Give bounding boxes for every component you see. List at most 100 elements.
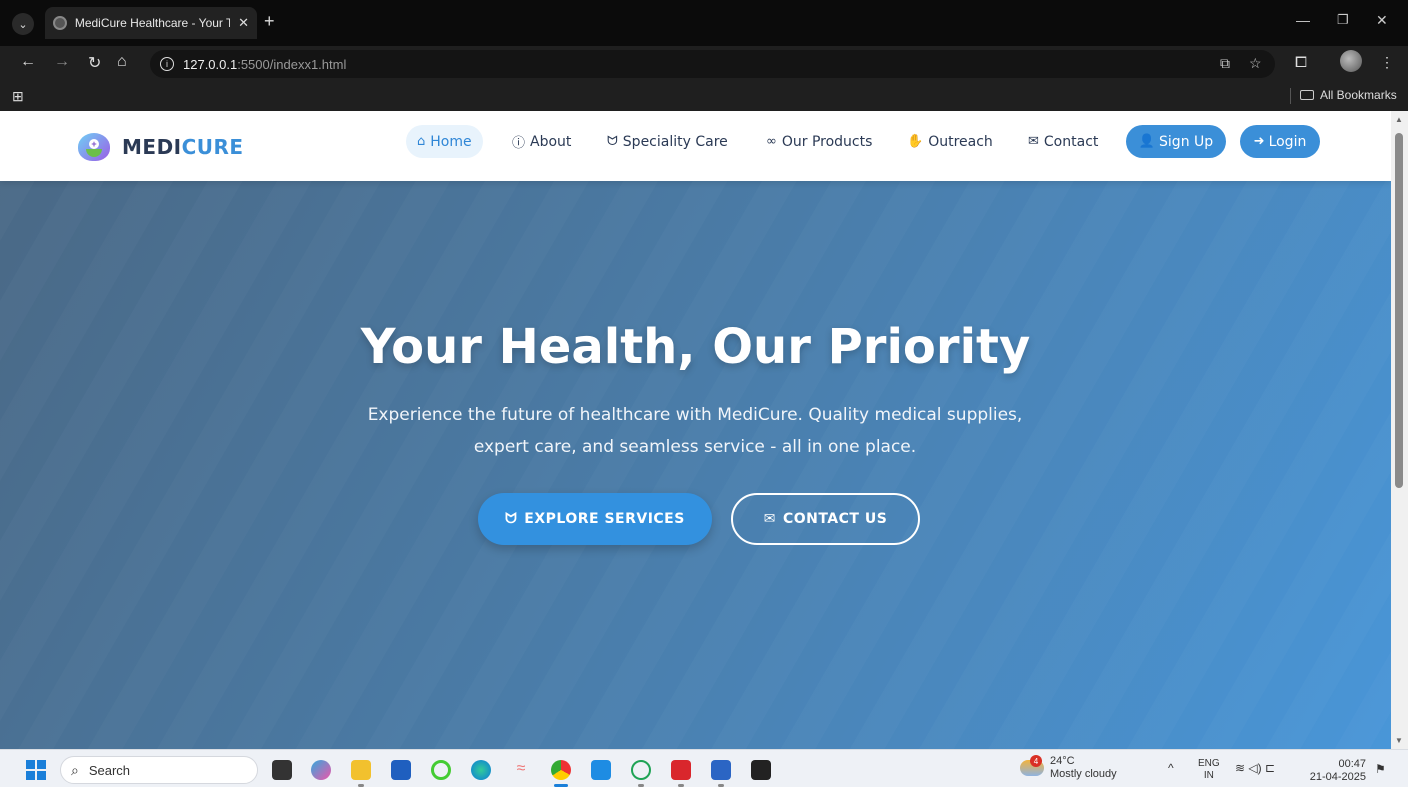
nav-outreach[interactable]: ✋ Outreach <box>896 125 1004 158</box>
heart-logo-icon: + <box>78 133 110 161</box>
contact-us-button[interactable]: ✉ CONTACT US <box>731 493 920 545</box>
nav-contact-label: Contact <box>1043 133 1099 150</box>
nav-about-label: About <box>530 133 572 150</box>
vscode-icon[interactable] <box>591 760 611 780</box>
taskbar-search-label: Search <box>88 762 131 778</box>
page-viewport: + MEDI CURE ⌂ Home ⓘ About ᗢ Speciality C… <box>0 111 1391 749</box>
tab-strip: ⌄ MediCure Healthcare - Your Tru ✕ + — ❐… <box>0 0 1408 46</box>
sign-in-icon: ➜ <box>1253 134 1265 149</box>
circle-app-icon[interactable] <box>431 760 451 780</box>
clock-date: 21-04-2025 <box>1309 771 1366 783</box>
search-icon: ⌕ <box>71 761 79 778</box>
bookmarks-divider <box>1290 88 1291 104</box>
all-bookmarks-button[interactable]: All Bookmarks <box>1300 88 1397 102</box>
clock-time: 00:47 <box>1338 758 1366 770</box>
sign-up-button[interactable]: 👤 Sign Up <box>1126 125 1226 158</box>
tab-search-button[interactable]: ⌄ <box>12 13 34 35</box>
store-icon[interactable] <box>391 760 411 780</box>
stethoscope-icon: ᗢ <box>505 511 518 527</box>
lang-top: ENG <box>1198 758 1220 769</box>
extensions-icon[interactable]: ⧠ <box>1295 54 1307 71</box>
site-navbar: + MEDI CURE ⌂ Home ⓘ About ᗢ Speciality C… <box>0 111 1391 181</box>
globe-icon <box>53 16 67 30</box>
house-icon: ⌂ <box>417 134 426 149</box>
url-host: 127.0.0.1 <box>183 56 238 72</box>
cast-icon[interactable]: ⧉ <box>1220 55 1230 72</box>
page-scrollbar[interactable]: ▲ ▼ <box>1391 111 1408 749</box>
weather-badge: 4 <box>1030 755 1042 767</box>
new-tab-button[interactable]: + <box>264 11 275 32</box>
minimize-icon[interactable]: — <box>1296 12 1310 28</box>
chevron-up-icon[interactable]: ^ <box>1168 761 1174 775</box>
info-icon[interactable]: i <box>160 57 174 71</box>
address-bar[interactable]: i 127.0.0.1 :5500/indexx1.html <box>150 50 1275 78</box>
hero-subtitle: Experience the future of healthcare with… <box>367 405 1023 457</box>
wifi-volume-battery-icons[interactable]: ≋ ◁) ⊏ <box>1235 761 1275 775</box>
explore-services-label: EXPLORE SERVICES <box>524 511 685 527</box>
url-path: :5500/indexx1.html <box>237 56 347 72</box>
whatsapp-icon[interactable] <box>631 760 651 780</box>
login-button[interactable]: ➜ Login <box>1240 125 1320 158</box>
windows-taskbar: ⌕ Search ≈ 4 24°C Mostly cloudy ^ ENG IN… <box>0 749 1408 787</box>
nav-speciality-care[interactable]: ᗢ Speciality Care <box>596 125 739 158</box>
envelope-icon: ✉ <box>763 511 776 527</box>
scroll-up-icon[interactable]: ▲ <box>1395 115 1403 124</box>
tab-title: MediCure Healthcare - Your Tru <box>74 16 231 30</box>
cloud-sun-icon: 4 <box>1020 755 1044 776</box>
brand-name-part2: CURE <box>181 135 244 159</box>
brand-name-part1: MEDI <box>122 135 182 159</box>
language-indicator[interactable]: ENG IN <box>1198 758 1220 782</box>
menu-icon[interactable]: ⋮ <box>1380 54 1394 71</box>
bookmarks-bar: ⊞ All Bookmarks <box>0 82 1408 111</box>
weather-widget[interactable]: 4 24°C Mostly cloudy <box>1020 755 1117 781</box>
star-icon[interactable]: ☆ <box>1249 55 1262 72</box>
folder-icon <box>1300 90 1314 100</box>
edge-icon[interactable] <box>471 760 491 780</box>
hero-background-pattern <box>0 181 1391 749</box>
envelope-icon: ✉ <box>1028 134 1039 149</box>
info-circle-icon: ⓘ <box>512 136 526 151</box>
nav-speciality-label: Speciality Care <box>622 133 728 150</box>
nav-our-products[interactable]: ∞ Our Products <box>755 125 883 158</box>
weather-desc: Mostly cloudy <box>1050 768 1117 780</box>
nav-home-label: Home <box>430 133 472 150</box>
nav-contact[interactable]: ✉ Contact <box>1017 125 1109 158</box>
lang-bottom: IN <box>1203 770 1214 781</box>
tool-icon[interactable]: ≈ <box>511 760 531 780</box>
terminal-icon[interactable] <box>751 760 771 780</box>
acrobat-icon[interactable] <box>671 760 691 780</box>
close-icon[interactable]: ✕ <box>238 15 249 31</box>
notification-icon[interactable]: ⚑ <box>1375 762 1386 776</box>
copilot-icon[interactable] <box>311 760 331 780</box>
file-explorer-icon[interactable] <box>351 760 371 780</box>
windows-start-icon[interactable] <box>26 760 46 780</box>
apps-grid-icon[interactable]: ⊞ <box>12 88 24 105</box>
nav-products-label: Our Products <box>781 133 873 150</box>
browser-tab[interactable]: MediCure Healthcare - Your Tru ✕ <box>45 7 257 39</box>
scrollbar-thumb[interactable] <box>1395 133 1403 488</box>
forward-icon[interactable]: → <box>54 53 70 71</box>
task-view-icon[interactable] <box>272 760 292 780</box>
reload-icon[interactable]: ↻ <box>88 53 101 73</box>
restore-icon[interactable]: ❐ <box>1337 12 1349 28</box>
home-icon[interactable]: ⌂ <box>117 53 127 71</box>
nav-home[interactable]: ⌂ Home <box>406 125 483 158</box>
clock[interactable]: 00:47 21-04-2025 <box>1308 758 1366 784</box>
login-label: Login <box>1268 133 1307 150</box>
back-icon[interactable]: ← <box>20 53 36 71</box>
nav-about[interactable]: ⓘ About <box>501 125 582 158</box>
word-icon[interactable] <box>711 760 731 780</box>
scroll-down-icon[interactable]: ▼ <box>1395 736 1403 745</box>
profile-avatar[interactable] <box>1340 50 1362 72</box>
binoculars-icon: ∞ <box>766 134 777 149</box>
hero-title: Your Health, Our Priority <box>360 319 1031 375</box>
stethoscope-icon: ᗢ <box>607 134 618 149</box>
brand-logo[interactable]: + MEDI CURE <box>78 133 244 161</box>
taskbar-search[interactable]: ⌕ Search <box>60 756 258 784</box>
explore-services-button[interactable]: ᗢ EXPLORE SERVICES <box>478 493 712 545</box>
chrome-icon[interactable] <box>551 760 571 780</box>
hero-section: Your Health, Our Priority Experience the… <box>0 181 1391 749</box>
window-close-icon[interactable]: ✕ <box>1376 12 1388 29</box>
handshake-icon: ✋ <box>907 134 924 149</box>
user-plus-icon: 👤 <box>1138 134 1156 149</box>
